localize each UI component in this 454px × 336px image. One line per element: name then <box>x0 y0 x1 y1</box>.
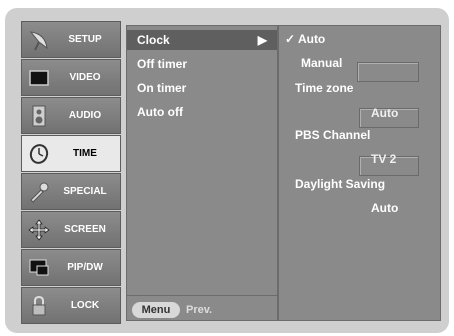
prev-label: Prev. <box>186 304 213 316</box>
sidebar-item-label: VIDEO <box>69 72 101 83</box>
category-sidebar: SETUP VIDEO AUDIO TIME SPECIAL SCREEN PI… <box>21 21 121 324</box>
clock-icon <box>22 142 56 166</box>
daylight-saving-label: Daylight Saving <box>295 177 386 191</box>
menu-item-label: Clock <box>137 33 170 47</box>
menu-item-label: Auto off <box>137 105 183 119</box>
sidebar-item-video[interactable]: VIDEO <box>21 59 121 96</box>
auto-option[interactable]: ✓ Auto <box>285 32 325 46</box>
sidebar-item-label: TIME <box>73 148 97 159</box>
menu-item-off-timer[interactable]: Off timer <box>127 54 277 74</box>
manual-value-box <box>357 62 419 82</box>
pip-windows-icon <box>22 256 56 280</box>
sidebar-item-audio[interactable]: AUDIO <box>21 97 121 134</box>
sidebar-item-pipdw[interactable]: PIP/DW <box>21 249 121 286</box>
padlock-icon <box>22 294 56 318</box>
sidebar-item-label: SCREEN <box>64 224 106 235</box>
time-zone-label: Time zone <box>295 81 354 95</box>
sidebar-item-special[interactable]: SPECIAL <box>21 173 121 210</box>
right-arrow-icon: ▶ <box>257 33 267 47</box>
wrench-icon <box>22 180 56 204</box>
daylight-saving-value[interactable]: Auto <box>371 201 398 215</box>
monitor-icon <box>22 66 56 90</box>
menu-item-clock[interactable]: Clock ▶ <box>127 30 277 50</box>
menu-button[interactable]: Menu <box>132 302 180 318</box>
sidebar-item-label: AUDIO <box>68 110 102 121</box>
menu-item-auto-off[interactable]: Auto off <box>127 102 277 122</box>
move-arrows-icon <box>22 218 56 242</box>
satellite-dish-icon <box>22 28 56 52</box>
footer-bar: Menu Prev. <box>126 295 278 321</box>
time-menu-panel: Clock ▶ Off timer On timer Auto off <box>126 25 278 321</box>
sidebar-item-label: PIP/DW <box>67 262 103 273</box>
sidebar-item-screen[interactable]: SCREEN <box>21 211 121 248</box>
sidebar-item-time[interactable]: TIME <box>21 135 121 172</box>
clock-submenu-panel: ✓ Auto Manual Time zone Auto PBS Channel… <box>278 25 441 321</box>
time-zone-value: Auto <box>371 106 399 120</box>
sidebar-item-label: LOCK <box>70 300 100 311</box>
menu-item-on-timer[interactable]: On timer <box>127 78 277 98</box>
sidebar-item-label: SETUP <box>68 34 102 45</box>
manual-option[interactable]: Manual <box>301 56 342 70</box>
pbs-channel-value: TV 2 <box>371 152 397 166</box>
sidebar-item-label: SPECIAL <box>63 186 107 197</box>
pbs-channel-label: PBS Channel <box>295 128 371 142</box>
menu-item-label: On timer <box>137 81 187 95</box>
sidebar-item-lock[interactable]: LOCK <box>21 287 121 324</box>
sidebar-item-setup[interactable]: SETUP <box>21 21 121 58</box>
speaker-icon <box>22 104 56 128</box>
menu-item-label: Off timer <box>137 57 188 71</box>
